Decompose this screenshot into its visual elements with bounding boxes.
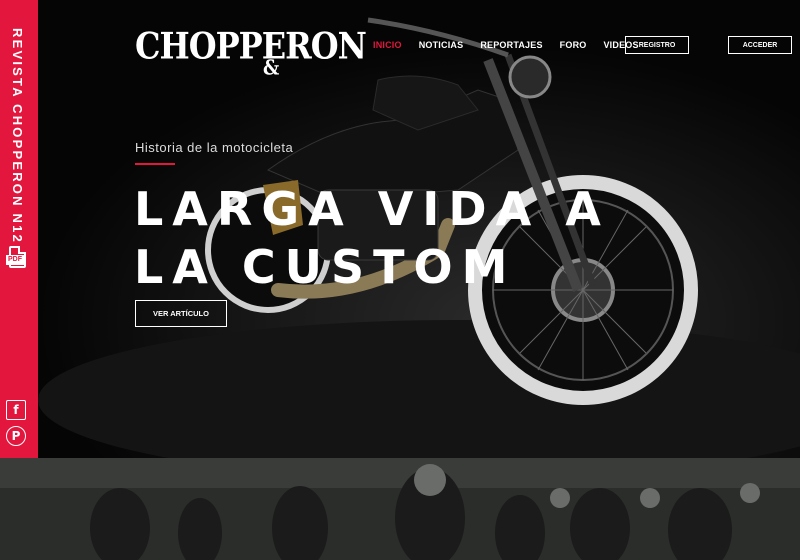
logo-mark: & <box>263 56 279 81</box>
magazine-rail: REVISTA CHOPPERON N12 PDF f P <box>0 0 38 458</box>
magazine-issue-link[interactable]: REVISTA CHOPPERON N12 <box>10 28 25 244</box>
headline-line-2: LA CUSTOM <box>134 240 517 294</box>
facebook-icon[interactable]: f <box>6 400 26 420</box>
login-button[interactable]: ACCEDER <box>728 36 792 54</box>
logo-text: CHOPPERON <box>135 24 367 68</box>
nav-inicio[interactable]: INICIO <box>373 40 402 50</box>
pdf-label: PDF <box>6 255 24 265</box>
chopperon-logo[interactable]: CHOPPERON & <box>135 24 367 80</box>
hero-headline: LARGA VIDA A LA CUSTOM <box>134 180 610 296</box>
nav-noticias[interactable]: NOTICIAS <box>419 40 464 50</box>
hero-kicker: Historia de la motocicleta <box>135 140 294 155</box>
read-article-button[interactable]: VER ARTÍCULO <box>135 300 227 327</box>
hero: CHOPPERON & INICIO NOTICIAS REPORTAJES F… <box>38 0 800 458</box>
nav-foro[interactable]: FORO <box>560 40 587 50</box>
headline-line-1: LARGA VIDA A <box>134 182 610 236</box>
nav-reportajes[interactable]: REPORTAJES <box>480 40 542 50</box>
main-nav: INICIO NOTICIAS REPORTAJES FORO VIDEOS <box>373 40 656 50</box>
historic-photo-strip <box>0 458 800 560</box>
pdf-icon[interactable]: PDF <box>6 246 30 272</box>
register-button[interactable]: REGISTRO <box>625 36 689 54</box>
kicker-divider <box>135 163 175 165</box>
historic-photo <box>0 458 800 560</box>
pinterest-icon[interactable]: P <box>6 426 26 446</box>
